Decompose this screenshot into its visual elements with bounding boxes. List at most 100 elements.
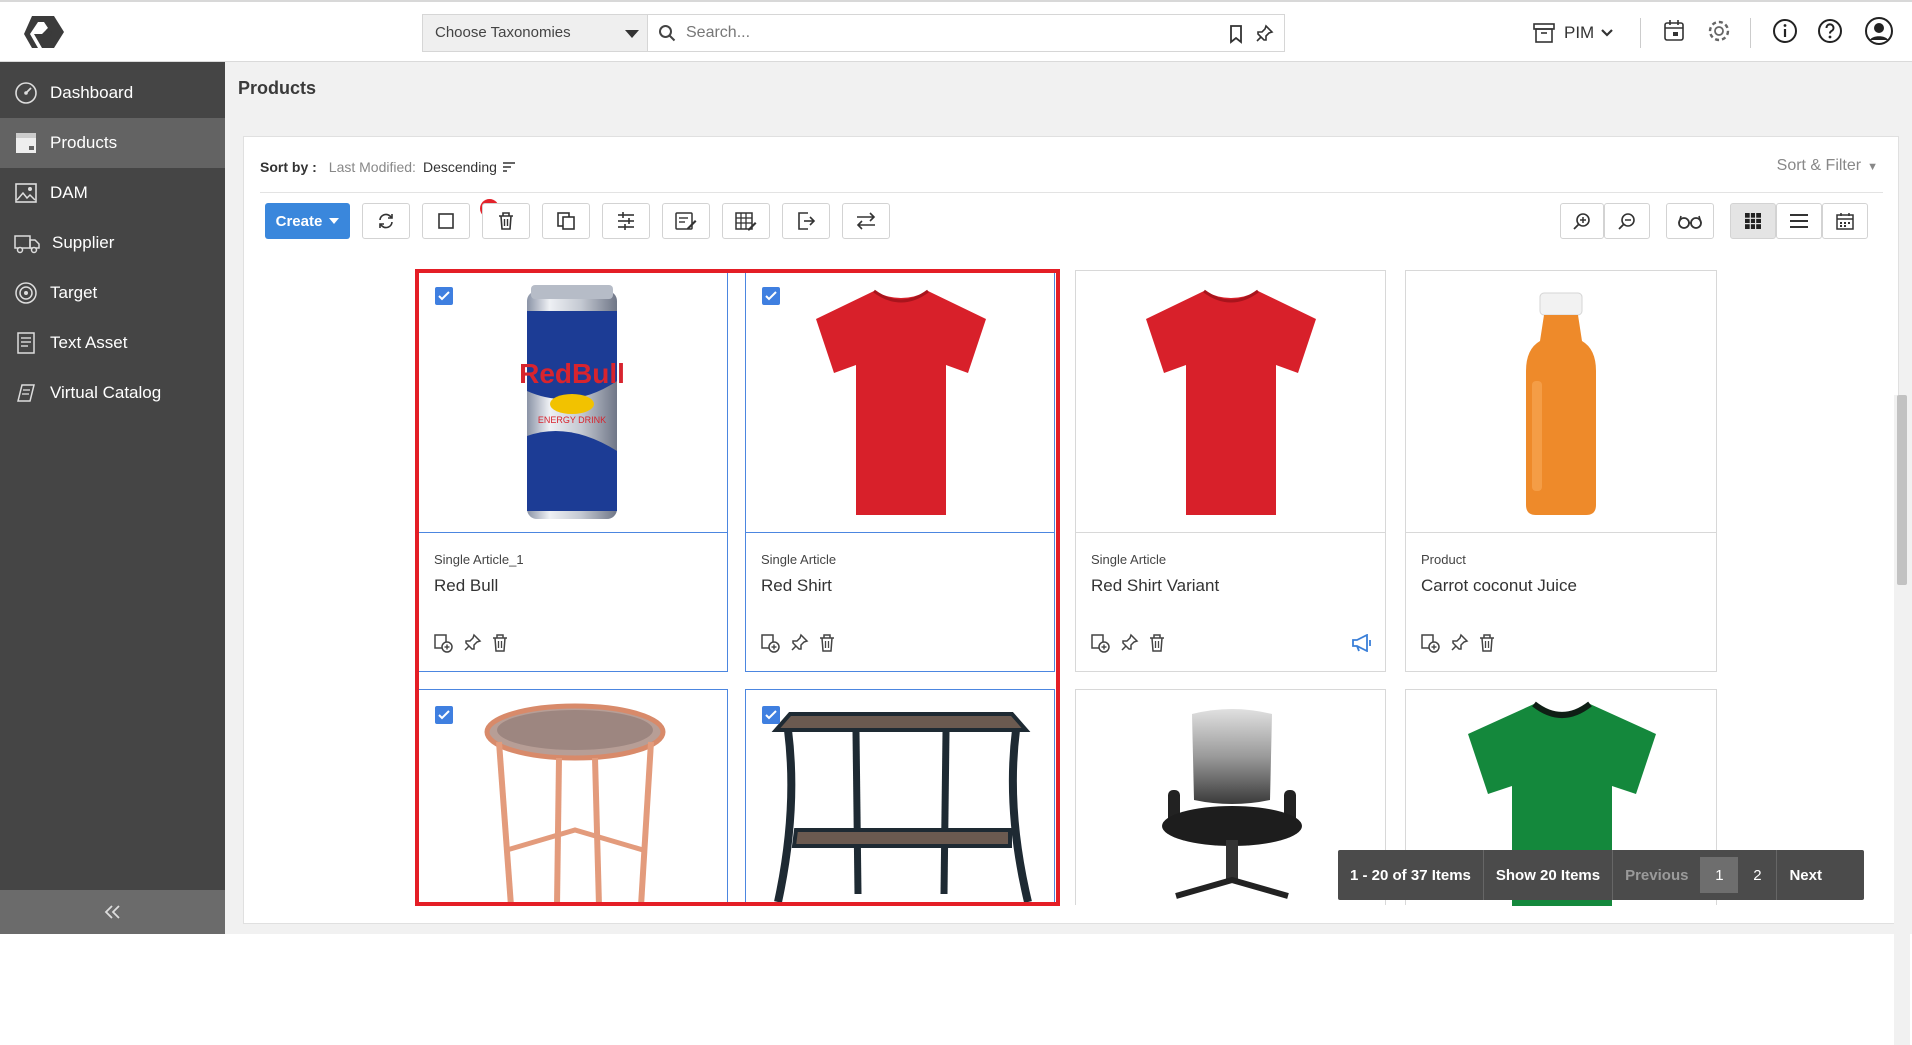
transfer-button[interactable] <box>842 203 890 239</box>
previous-page-button[interactable]: Previous <box>1613 850 1700 900</box>
product-checkbox[interactable] <box>762 287 780 305</box>
sidebar-item-target[interactable]: Target <box>0 268 225 318</box>
product-name[interactable]: Red Shirt <box>761 576 832 596</box>
zoom-in-button[interactable] <box>1560 203 1604 239</box>
product-card[interactable]: Product Carrot coconut Juice <box>1405 270 1717 672</box>
product-name[interactable]: Red Bull <box>434 576 498 596</box>
chevron-down-icon <box>625 30 639 38</box>
sort-filter-toggle[interactable]: Sort & Filter ▼ <box>1777 157 1878 175</box>
export-icon <box>798 212 816 230</box>
divider <box>260 192 1883 193</box>
help-icon[interactable] <box>1817 18 1843 44</box>
sort-by[interactable]: Sort by : Last Modified: Descending <box>260 159 515 175</box>
sidebar-item-label: DAM <box>50 183 88 202</box>
pin-icon[interactable] <box>789 633 809 653</box>
next-page-button[interactable]: Next <box>1777 850 1834 900</box>
copy-add-icon[interactable] <box>1090 633 1110 653</box>
search-input[interactable] <box>686 21 1186 45</box>
sidebar-item-label: Virtual Catalog <box>50 383 162 402</box>
sidebar-item-supplier[interactable]: Supplier <box>0 218 225 268</box>
red-tshirt-image <box>816 289 986 515</box>
preview-button[interactable] <box>1666 203 1714 239</box>
collapse-sidebar-button[interactable] <box>0 890 225 934</box>
megaphone-icon[interactable] <box>1351 634 1373 652</box>
zoom-out-button[interactable] <box>1604 203 1650 239</box>
gear-icon[interactable] <box>1706 18 1732 44</box>
mass-edit-button[interactable] <box>602 203 650 239</box>
copy-add-icon[interactable] <box>433 633 453 653</box>
svg-text:ENERGY DRINK: ENERGY DRINK <box>538 415 606 425</box>
glasses-icon <box>1678 215 1702 229</box>
check-icon <box>765 710 777 720</box>
info-icon[interactable] <box>1772 18 1798 44</box>
pin-icon[interactable] <box>1119 633 1139 653</box>
product-type: Single Article <box>1091 552 1167 567</box>
table-edit-icon <box>735 212 757 231</box>
grid-view-button[interactable] <box>1730 203 1776 239</box>
trash-icon[interactable] <box>1148 633 1166 653</box>
select-all-button[interactable] <box>422 203 470 239</box>
trash-icon[interactable] <box>1478 633 1496 653</box>
swap-icon <box>856 212 876 230</box>
product-image <box>1406 271 1716 533</box>
taxonomy-dropdown[interactable]: Choose Taxonomies <box>422 14 647 52</box>
red-tshirt-image <box>1146 289 1316 515</box>
create-button-label: Create <box>275 212 323 230</box>
delete-button[interactable] <box>482 203 530 239</box>
sidebar-item-dashboard[interactable]: Dashboard <box>0 68 225 118</box>
create-button[interactable]: Create <box>265 203 350 239</box>
product-checkbox[interactable] <box>435 287 453 305</box>
app-logo-icon[interactable] <box>24 14 70 50</box>
product-type: Single Article <box>761 552 837 567</box>
product-checkbox[interactable] <box>762 706 780 724</box>
pin-icon[interactable] <box>1449 633 1469 653</box>
chevron-down-icon <box>1601 29 1614 37</box>
sidebar-item-products[interactable]: Products <box>0 118 225 168</box>
product-card[interactable] <box>418 689 728 907</box>
page-button-1[interactable]: 1 <box>1700 857 1739 893</box>
bookmark-icon[interactable] <box>1227 24 1245 44</box>
product-name[interactable]: Carrot coconut Juice <box>1421 576 1577 596</box>
check-icon <box>438 291 450 301</box>
copy-button[interactable] <box>542 203 590 239</box>
edit-list-button[interactable] <box>662 203 710 239</box>
product-image <box>746 690 1054 950</box>
dark-side-table-image <box>771 712 1032 903</box>
pin-icon[interactable] <box>1254 24 1274 44</box>
product-card[interactable] <box>745 689 1055 905</box>
product-image <box>1406 690 1716 950</box>
sidebar-item-dam[interactable]: DAM <box>0 168 225 218</box>
export-button[interactable] <box>782 203 830 239</box>
sidebar-item-virtual-catalog[interactable]: Virtual Catalog <box>0 368 225 418</box>
product-name[interactable]: Red Shirt Variant <box>1091 576 1219 596</box>
dashboard-icon <box>15 82 37 104</box>
sidebar-item-text-asset[interactable]: Text Asset <box>0 318 225 368</box>
copy-add-icon[interactable] <box>1420 633 1440 653</box>
app-switcher[interactable]: PIM <box>1532 18 1614 48</box>
product-card[interactable]: Single Article Red Shirt <box>745 270 1055 672</box>
copy-add-icon[interactable] <box>760 633 780 653</box>
page-size-selector[interactable]: Show 20 Items <box>1484 850 1612 900</box>
refresh-button[interactable] <box>362 203 410 239</box>
product-card[interactable]: RedBull ENERGY DRINK Single Article_1 Re… <box>418 270 728 672</box>
trash-icon[interactable] <box>818 633 836 653</box>
pagination-range: 1 - 20 of 37 Items <box>1350 866 1471 884</box>
list-view-button[interactable] <box>1776 203 1822 239</box>
trash-icon[interactable] <box>491 633 509 653</box>
calendar-box-icon[interactable] <box>1662 18 1686 44</box>
product-card[interactable]: Single Article Red Shirt Variant <box>1075 270 1386 672</box>
scrollbar-thumb[interactable] <box>1897 395 1907 585</box>
pin-icon[interactable] <box>462 633 482 653</box>
edit-table-button[interactable] <box>722 203 770 239</box>
product-image <box>419 690 727 950</box>
caret-down-icon <box>329 218 340 224</box>
sort-direction: Descending <box>422 159 497 175</box>
copy-icon <box>557 212 575 230</box>
target-icon <box>15 282 37 304</box>
products-icon <box>16 133 36 153</box>
product-checkbox[interactable] <box>435 706 453 724</box>
user-avatar-icon[interactable] <box>1864 16 1894 46</box>
product-image <box>1076 271 1385 533</box>
calendar-view-button[interactable] <box>1822 203 1868 239</box>
page-button-2[interactable]: 2 <box>1738 857 1777 893</box>
